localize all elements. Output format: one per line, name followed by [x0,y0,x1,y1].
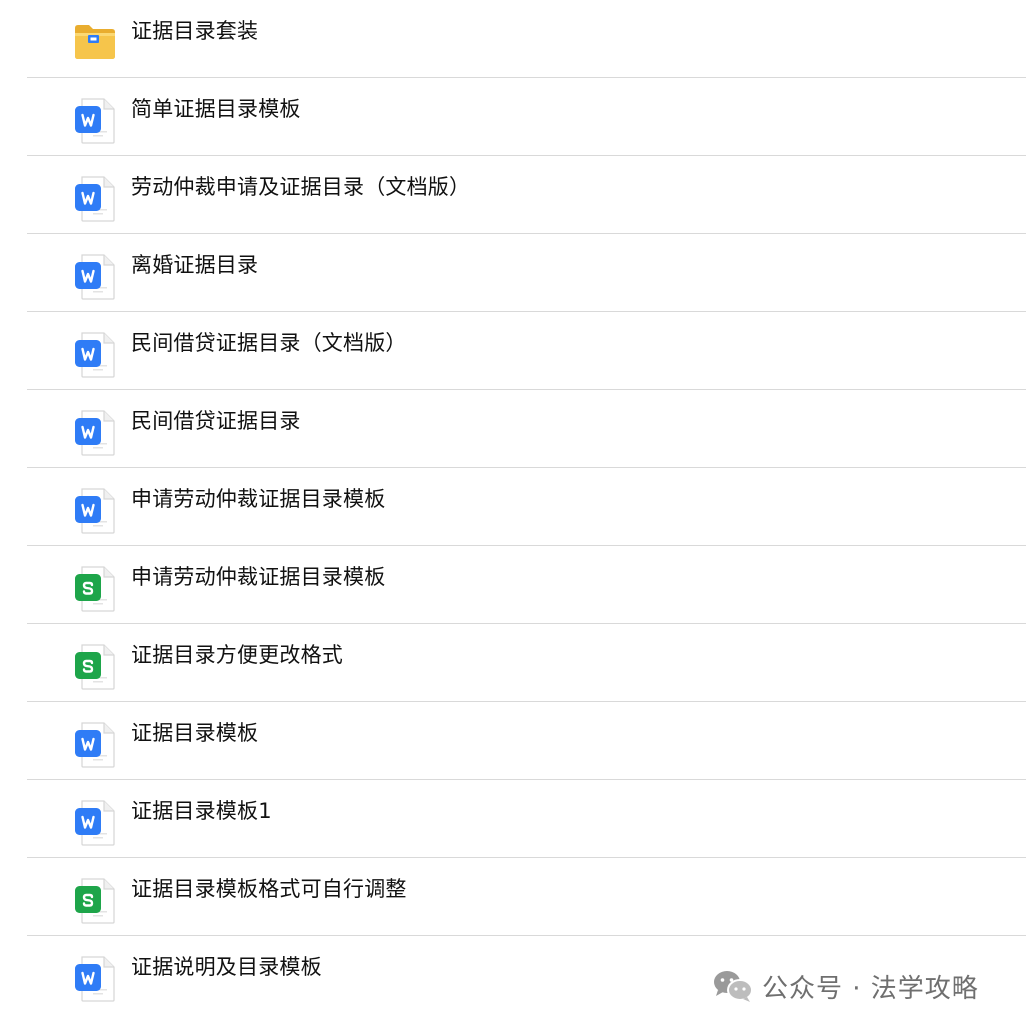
file-name: 证据目录模板1 [131,799,272,823]
wechat-icon [712,969,754,1003]
file-list: 证据目录套装简单证据目录模板劳动仲裁申请及证据目录（文档版） 离婚证据目录民间借贷… [0,0,1026,1013]
file-row[interactable]: 民间借贷证据目录（文档版） [27,312,1026,390]
file-row[interactable]: 证据目录模板 [27,702,1026,780]
file-name: 申请劳动仲裁证据目录模板 [131,487,386,511]
word-doc-icon [74,254,116,300]
file-row[interactable]: 证据目录方便更改格式 [27,624,1026,702]
folder-icon [74,22,116,68]
file-name: 简单证据目录模板 [131,97,301,121]
word-doc-icon [74,488,116,534]
file-name: 申请劳动仲裁证据目录模板 [131,565,386,589]
file-name: 证据说明及目录模板 [131,955,322,979]
file-row[interactable]: 申请劳动仲裁证据目录模板 [27,468,1026,546]
watermark: 公众号 · 法学攻略 [712,966,979,1006]
word-doc-icon [74,98,116,144]
word-doc-icon [74,956,116,1002]
word-doc-icon [74,332,116,378]
file-row[interactable]: 简单证据目录模板 [27,78,1026,156]
file-name: 证据目录套装 [131,19,259,43]
spreadsheet-icon [74,878,116,924]
file-name: 证据目录方便更改格式 [131,643,343,667]
file-name: 民间借贷证据目录（文档版） [131,331,407,355]
file-row[interactable]: 民间借贷证据目录 [27,390,1026,468]
file-row[interactable]: 证据目录套装 [27,0,1026,78]
file-name: 离婚证据目录 [131,253,259,277]
file-name: 民间借贷证据目录 [131,409,301,433]
word-doc-icon [74,410,116,456]
word-doc-icon [74,176,116,222]
file-row[interactable]: 离婚证据目录 [27,234,1026,312]
spreadsheet-icon [74,644,116,690]
file-row[interactable]: 证据目录模板格式可自行调整 [27,858,1026,936]
file-row[interactable]: 证据目录模板1 [27,780,1026,858]
file-name: 证据目录模板 [131,721,259,745]
word-doc-icon [74,800,116,846]
word-doc-icon [74,722,116,768]
file-name: 劳动仲裁申请及证据目录（文档版） [131,175,471,199]
file-row[interactable]: 申请劳动仲裁证据目录模板 [27,546,1026,624]
watermark-text: 公众号 · 法学攻略 [762,973,979,1004]
spreadsheet-icon [74,566,116,612]
file-row[interactable]: 劳动仲裁申请及证据目录（文档版） [27,156,1026,234]
file-name: 证据目录模板格式可自行调整 [131,877,407,901]
